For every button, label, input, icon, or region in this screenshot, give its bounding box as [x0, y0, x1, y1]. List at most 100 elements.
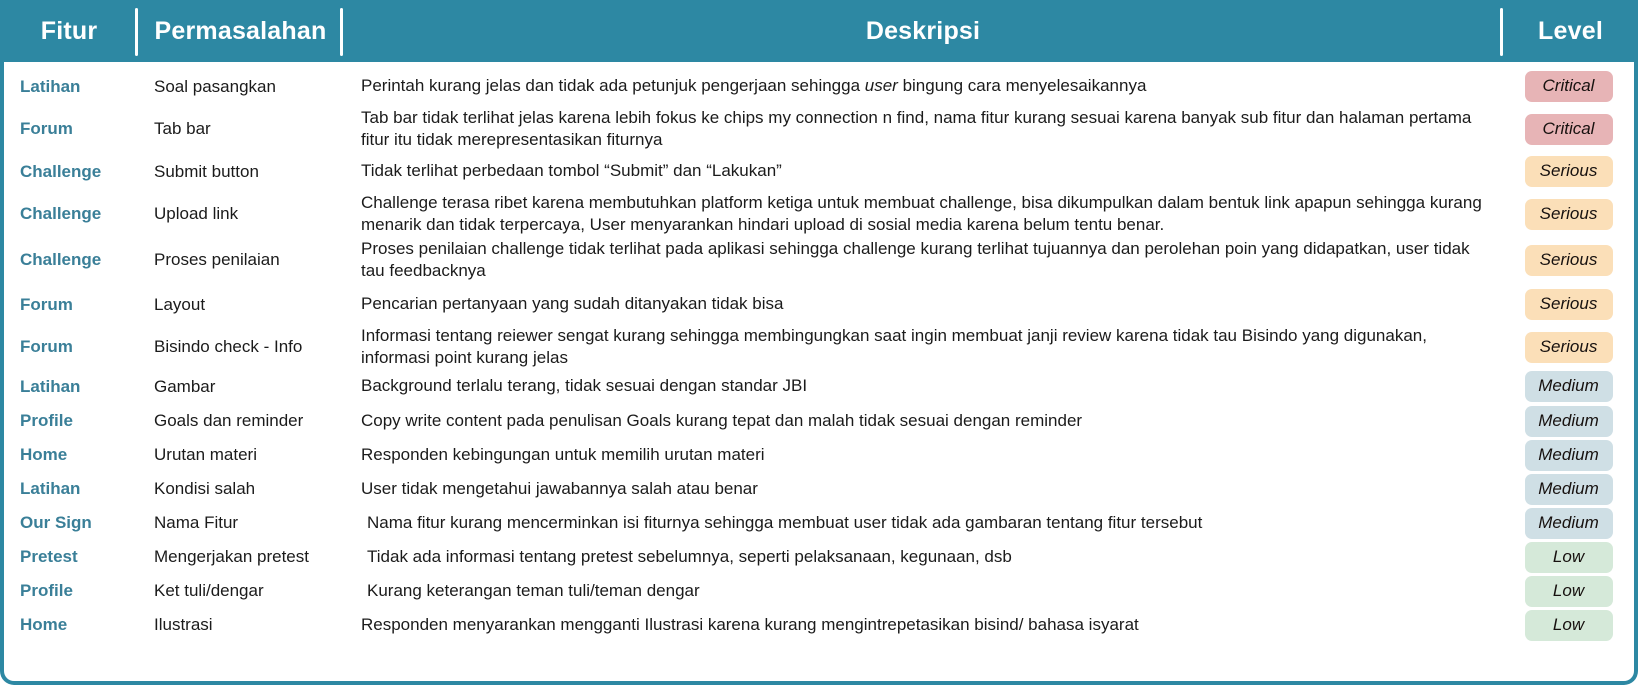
cell-level: Medium [1503, 405, 1634, 437]
cell-fitur[interactable]: Our Sign [4, 513, 138, 533]
severity-badge: Serious [1524, 244, 1613, 276]
cell-permasalahan: Layout [154, 294, 206, 314]
cell-fitur[interactable]: Home [4, 615, 138, 635]
cell-permasalahan: Soal pasangkan [154, 76, 276, 96]
column-header-fitur[interactable]: Fitur [0, 0, 138, 62]
cell-level: Serious [1503, 331, 1634, 363]
cell-fitur[interactable]: Challenge [4, 204, 138, 224]
severity-badge: Serious [1524, 289, 1613, 320]
column-header-deskripsi[interactable]: Deskripsi [343, 0, 1503, 62]
cell-level: Medium [1503, 371, 1634, 402]
cell-deskripsi: Kurang keterangan teman tuli/teman denga… [367, 580, 700, 600]
cell-level: Low [1503, 541, 1634, 573]
cell-fitur[interactable]: Challenge [4, 162, 138, 182]
cell-level: Serious [1503, 244, 1634, 276]
cell-fitur[interactable]: Pretest [4, 547, 138, 567]
cell-deskripsi: Challenge terasa ribet karena membutuhka… [361, 192, 1482, 234]
cell-deskripsi: Background terlalu terang, tidak sesuai … [361, 376, 808, 396]
table-row[interactable]: Pretest Mengerjakan pretest Tidak ada info… [4, 540, 1634, 574]
cell-level: Medium [1503, 473, 1634, 505]
cell-level: Critical [1503, 71, 1634, 102]
severity-badge: Serious [1524, 331, 1613, 363]
cell-deskripsi: Tab bar tidak terlihat jelas karena lebi… [361, 107, 1472, 149]
cell-deskripsi: User tidak mengetahui jawabannya salah a… [361, 478, 758, 498]
column-header-permasalahan[interactable]: Permasalahan [138, 0, 343, 62]
severity-badge: Medium [1524, 371, 1613, 402]
cell-level: Low [1503, 575, 1634, 607]
severity-badge: Low [1524, 609, 1613, 641]
cell-permasalahan: Ket tuli/dengar [154, 581, 264, 600]
column-header-fitur-label: Fitur [40, 16, 98, 45]
table-row[interactable]: Challenge Proses penilaian Proses penilaia… [4, 236, 1634, 284]
severity-badge: Critical [1524, 113, 1613, 145]
cell-level: Low [1503, 609, 1634, 641]
table-row[interactable]: Forum Layout Pencarian pertanyaan yang sud… [4, 284, 1634, 325]
table-row[interactable]: Home Ilustrasi Responden menyarankan mengg… [4, 608, 1634, 642]
table-body: Latihan Soal pasangkan Perintah kurang jel… [0, 62, 1638, 685]
severity-badge: Critical [1524, 71, 1613, 102]
table-row[interactable]: Latihan Soal pasangkan Perintah kurang jel… [4, 66, 1634, 107]
cell-fitur[interactable]: Profile [4, 411, 138, 431]
cell-permasalahan: Mengerjakan pretest [154, 547, 309, 566]
cell-deskripsi: Tidak ada informasi tentang pretest sebe… [367, 546, 1012, 566]
cell-deskripsi: Perintah kurang jelas dan tidak ada petu… [361, 76, 1147, 96]
table-row[interactable]: Profile Goals dan reminder Copy write cont… [4, 404, 1634, 438]
table-row[interactable]: Our Sign Nama Fitur Nama fitur kurang menc… [4, 506, 1634, 540]
cell-fitur[interactable]: Forum [4, 119, 138, 139]
cell-permasalahan: Gambar [154, 376, 216, 396]
column-header-permasalahan-label: Permasalahan [154, 16, 327, 45]
severity-badge: Low [1524, 575, 1613, 607]
cell-permasalahan: Urutan materi [154, 445, 257, 464]
cell-level: Serious [1503, 289, 1634, 320]
table-row[interactable]: Forum Tab bar Tab bar tidak terlihat jelas… [4, 107, 1634, 151]
table-row[interactable]: Challenge Submit button Tidak terlihat per… [4, 151, 1634, 192]
cell-deskripsi: Tidak terlihat perbedaan tombol “Submit”… [361, 161, 782, 181]
cell-level: Serious [1503, 156, 1634, 187]
severity-badge: Serious [1524, 198, 1613, 230]
cell-fitur[interactable]: Challenge [4, 250, 138, 270]
cell-deskripsi: Nama fitur kurang mencerminkan isi fitur… [367, 512, 1203, 532]
cell-deskripsi: Pencarian pertanyaan yang sudah ditanyak… [361, 294, 784, 314]
cell-deskripsi: Proses penilaian challenge tidak terliha… [361, 238, 1470, 280]
cell-permasalahan: Ilustrasi [154, 615, 213, 634]
cell-permasalahan: Goals dan reminder [154, 411, 304, 430]
cell-permasalahan: Submit button [154, 161, 259, 181]
cell-level: Serious [1503, 198, 1634, 230]
table-row[interactable]: Latihan Kondisi salah User tidak mengetahu… [4, 472, 1634, 506]
cell-permasalahan: Proses penilaian [154, 250, 280, 269]
table-row[interactable]: Challenge Upload link Challenge terasa rib… [4, 192, 1634, 236]
cell-fitur[interactable]: Latihan [4, 377, 138, 397]
cell-deskripsi: Responden kebingungan untuk memilih urut… [361, 444, 765, 464]
column-header-level[interactable]: Level [1503, 0, 1638, 62]
table-row[interactable]: Home Urutan materi Responden kebingungan u… [4, 438, 1634, 472]
cell-fitur[interactable]: Profile [4, 581, 138, 601]
severity-badge: Medium [1524, 439, 1613, 471]
cell-deskripsi: Informasi tentang reiewer sengat kurang … [361, 325, 1427, 367]
cell-deskripsi: Copy write content pada penulisan Goals … [361, 410, 1083, 430]
cell-deskripsi: Responden menyarankan mengganti Ilustras… [361, 614, 1139, 634]
column-header-level-label: Level [1538, 16, 1603, 45]
cell-permasalahan: Nama Fitur [154, 513, 239, 532]
cell-permasalahan: Upload link [154, 204, 239, 223]
emphasized-term: user [864, 76, 898, 96]
severity-badge: Serious [1524, 156, 1613, 187]
cell-level: Critical [1503, 113, 1634, 145]
cell-fitur[interactable]: Home [4, 445, 138, 465]
table-row[interactable]: Profile Ket tuli/dengar Kurang keterangan … [4, 574, 1634, 608]
severity-badge: Medium [1524, 405, 1613, 437]
cell-permasalahan: Tab bar [154, 119, 211, 138]
table-header-row: Fitur Permasalahan Deskripsi Level [0, 0, 1638, 62]
severity-badge: Medium [1524, 507, 1613, 539]
table-row[interactable]: Latihan Gambar Background terlalu terang, … [4, 369, 1634, 404]
table-row[interactable]: Forum Bisindo check - Info Informasi tenta… [4, 325, 1634, 369]
cell-fitur[interactable]: Forum [4, 295, 138, 315]
cell-fitur[interactable]: Forum [4, 337, 138, 357]
usability-issues-table: Fitur Permasalahan Deskripsi Level Latih… [0, 0, 1638, 685]
severity-badge: Medium [1524, 473, 1613, 505]
cell-fitur[interactable]: Latihan [4, 479, 138, 499]
column-header-deskripsi-label: Deskripsi [865, 16, 981, 45]
cell-permasalahan: Bisindo check - Info [154, 337, 303, 356]
cell-fitur[interactable]: Latihan [4, 77, 138, 97]
cell-level: Medium [1503, 507, 1634, 539]
cell-level: Medium [1503, 439, 1634, 471]
